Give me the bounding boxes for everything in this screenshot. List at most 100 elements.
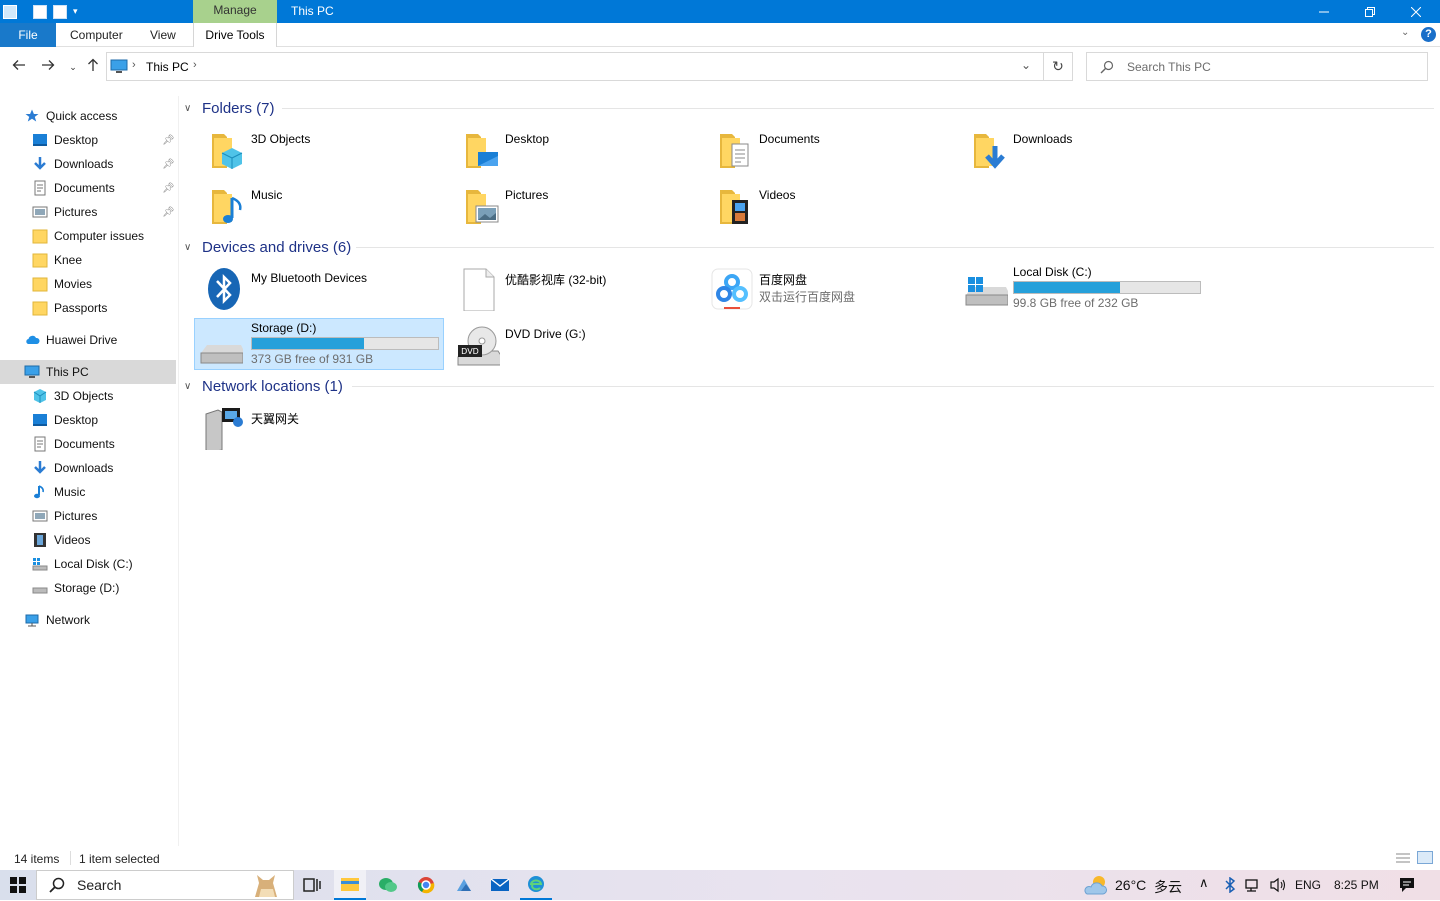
nav-pc-pictures[interactable]: Pictures <box>0 504 176 528</box>
nav-qa-knee[interactable]: Knee <box>0 248 176 272</box>
folder-downloads[interactable]: Downloads <box>956 124 1206 176</box>
weather-description[interactable]: 多云 <box>1154 877 1182 897</box>
manage-contextual-tab[interactable]: Manage <box>193 0 277 23</box>
nav-pc-storage-d[interactable]: Storage (D:) <box>0 576 176 600</box>
customize-toolbar-icon[interactable]: ▾ <box>73 6 78 17</box>
desktop-icon <box>32 132 48 148</box>
device-youku[interactable]: 优酷影视库 (32-bit) <box>448 263 698 315</box>
nav-network[interactable]: Network <box>0 608 176 632</box>
bluetooth-tray-icon[interactable] <box>1224 877 1236 893</box>
forward-button[interactable] <box>39 58 57 76</box>
nav-qa-passports[interactable]: Passports <box>0 296 176 320</box>
nav-label: Storage (D:) <box>54 581 120 595</box>
downloads-folder-icon <box>974 134 1005 169</box>
minimize-button[interactable] <box>1301 0 1347 23</box>
pin-icon[interactable]: 📌︎ <box>162 207 175 218</box>
drive-c[interactable]: Local Disk (C:) 99.8 GB free of 232 GB <box>956 263 1206 315</box>
group-header-devices[interactable]: ∨ Devices and drives (6) <box>184 237 351 257</box>
folder-desktop[interactable]: Desktop <box>448 124 698 176</box>
file-tab[interactable]: File <box>0 23 56 47</box>
nav-label: Pictures <box>54 509 98 523</box>
language-indicator[interactable]: ENG <box>1295 878 1321 892</box>
nav-qa-movies[interactable]: Movies <box>0 272 176 296</box>
address-bar[interactable]: › This PC › ⌄ <box>106 52 1044 81</box>
nav-pc-videos[interactable]: Videos <box>0 528 176 552</box>
notifications-icon[interactable] <box>1398 876 1416 894</box>
weather-widget[interactable] <box>1080 870 1112 900</box>
restore-button[interactable] <box>1347 0 1393 23</box>
device-bluetooth[interactable]: My Bluetooth Devices <box>194 263 444 315</box>
pane-divider[interactable] <box>178 96 179 846</box>
tab-computer[interactable]: Computer <box>70 23 123 47</box>
taskbar-file-explorer[interactable] <box>334 870 366 900</box>
close-button[interactable] <box>1393 0 1439 23</box>
taskbar-wechat[interactable] <box>372 870 404 900</box>
taskbar: Search 26°C 多云 ∧ ENG 8:25 PM <box>0 870 1440 900</box>
nav-qa-documents[interactable]: Documents 📌︎ <box>0 176 176 200</box>
nav-qa-pictures[interactable]: Pictures 📌︎ <box>0 200 176 224</box>
download-arrow-icon <box>32 156 48 172</box>
folder-3d-objects[interactable]: 3D Objects <box>194 124 444 176</box>
nav-pc-desktop[interactable]: Desktop <box>0 408 176 432</box>
nav-pc-documents[interactable]: Documents <box>0 432 176 456</box>
folder-icon <box>32 252 48 268</box>
network-tray-icon[interactable] <box>1244 877 1262 893</box>
tab-view[interactable]: View <box>150 23 176 47</box>
up-button[interactable] <box>84 58 102 76</box>
group-header-network[interactable]: ∨ Network locations (1) <box>184 376 343 396</box>
nav-qa-desktop[interactable]: Desktop 📌︎ <box>0 128 176 152</box>
nav-quick-access[interactable]: Quick access <box>0 104 176 128</box>
taskbar-photos[interactable] <box>448 870 480 900</box>
nav-this-pc[interactable]: This PC <box>0 360 176 384</box>
breadcrumb-this-pc[interactable]: This PC <box>146 60 189 74</box>
group-header-folders[interactable]: ∨ Folders (7) <box>184 98 275 118</box>
taskbar-edge[interactable] <box>520 870 552 900</box>
device-baidu[interactable]: 百度网盘 双击运行百度网盘 <box>702 263 952 315</box>
edge-icon <box>528 876 544 892</box>
taskbar-search-box[interactable]: Search <box>36 870 294 900</box>
pin-icon[interactable]: 📌︎ <box>162 135 175 146</box>
nav-pc-3d-objects[interactable]: 3D Objects <box>0 384 176 408</box>
pin-icon[interactable]: 📌︎ <box>162 183 175 194</box>
help-icon[interactable]: ? <box>1421 27 1436 42</box>
clock[interactable]: 8:25 PM <box>1334 878 1379 892</box>
pin-icon[interactable]: 📌︎ <box>162 159 175 170</box>
nav-huawei-drive[interactable]: Huawei Drive <box>0 328 176 352</box>
details-view-icon[interactable] <box>1395 852 1411 864</box>
task-view-button[interactable] <box>298 870 326 900</box>
nav-pc-downloads[interactable]: Downloads <box>0 456 176 480</box>
search-input[interactable]: Search This PC <box>1086 52 1428 81</box>
breadcrumb-chevron-icon[interactable]: › <box>193 59 197 71</box>
folder-pictures[interactable]: Pictures <box>448 180 698 232</box>
nav-qa-computer-issues[interactable]: Computer issues <box>0 224 176 248</box>
taskbar-chrome[interactable] <box>410 870 442 900</box>
computer-icon[interactable] <box>3 4 17 19</box>
nav-qa-downloads[interactable]: Downloads 📌︎ <box>0 152 176 176</box>
drive-d[interactable]: Storage (D:) 373 GB free of 931 GB <box>194 318 444 370</box>
breadcrumb-separator-icon[interactable]: › <box>132 59 136 71</box>
weather-temp[interactable]: 26°C <box>1115 877 1146 893</box>
new-folder-icon[interactable] <box>53 4 67 19</box>
folder-documents[interactable]: Documents <box>702 124 952 176</box>
chevron-up-icon[interactable]: ∧ <box>1199 875 1209 891</box>
recent-locations-button[interactable]: ⌄ <box>64 58 82 76</box>
properties-icon[interactable] <box>33 4 47 19</box>
taskbar-mail[interactable] <box>484 870 516 900</box>
drive-dvd[interactable]: DVD DVD Drive (G:) <box>448 319 698 371</box>
large-icons-view-icon[interactable] <box>1417 851 1433 864</box>
volume-icon[interactable] <box>1269 877 1287 893</box>
cat-illustration-icon <box>255 875 277 897</box>
nav-pc-music[interactable]: Music <box>0 480 176 504</box>
this-pc-icon <box>110 59 128 73</box>
nav-pc-local-disk-c[interactable]: Local Disk (C:) <box>0 552 176 576</box>
start-button[interactable] <box>0 870 36 900</box>
network-location-gateway[interactable]: 天翼网关 <box>194 402 444 454</box>
tab-drive-tools[interactable]: Drive Tools <box>193 23 277 47</box>
address-dropdown-icon[interactable]: ⌄ <box>1021 58 1031 72</box>
back-button[interactable] <box>10 58 28 76</box>
expand-ribbon-icon[interactable]: ⌄ <box>1401 27 1409 38</box>
folder-videos[interactable]: Videos <box>702 180 952 232</box>
refresh-button[interactable]: ↻ <box>1044 52 1073 81</box>
folder-music[interactable]: Music <box>194 180 444 232</box>
cloud-icon <box>24 332 40 348</box>
